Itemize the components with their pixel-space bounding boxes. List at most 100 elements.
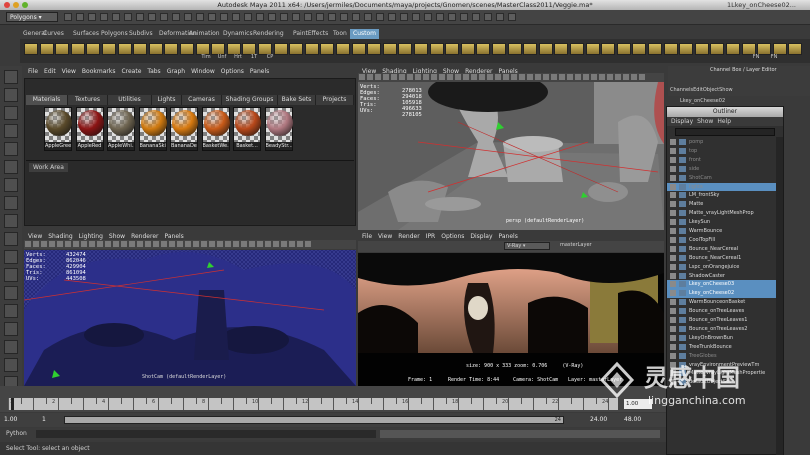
outliner-item[interactable]: LM_frontSky [667,191,777,200]
viewport-tool-icon[interactable] [575,74,581,80]
status-line-button[interactable] [448,13,456,21]
viewport-tool-icon[interactable] [623,74,629,80]
close-window-button[interactable] [4,2,10,8]
status-line-button[interactable] [400,13,408,21]
outliner-item[interactable]: Bounce_onTreeLeaves1 [667,316,777,325]
viewport-tool-icon[interactable] [375,74,381,80]
shelf-tool-icon[interactable] [445,43,460,55]
range-start-field[interactable]: 1.00 [4,416,17,423]
shelf-tool-icon[interactable] [320,43,335,55]
viewport-tool-icon[interactable] [607,74,613,80]
hypershade-menu-window[interactable]: Window [191,68,215,75]
outliner-item[interactable]: lights [667,182,777,192]
shelf-tool-icon[interactable] [523,43,538,55]
shelf-tool-icon[interactable] [492,43,506,55]
render-menu-view[interactable]: View [378,233,392,240]
status-line-button[interactable] [460,13,468,21]
tool-button[interactable] [4,88,18,102]
shelf-tool-icon[interactable] [476,43,491,55]
viewport-tool-icon[interactable] [487,74,493,80]
status-line-button[interactable] [88,13,96,21]
viewport-tool-icon[interactable] [455,74,461,80]
shelf-tool-icon[interactable] [616,43,631,55]
shelf-tool-icon[interactable] [570,43,584,55]
status-line-button[interactable] [316,13,324,21]
shelf-tool-icon[interactable] [102,43,116,55]
shelf-tool-icon[interactable] [382,43,397,55]
visibility-toggle-icon[interactable] [670,192,676,199]
shelf-tool-icon[interactable] [554,43,569,55]
shelf-tab-painteffects[interactable]: PaintEffects [290,29,331,39]
status-line-button[interactable] [304,13,312,21]
status-line-button[interactable] [424,13,432,21]
viewport-tool-icon[interactable] [41,241,47,247]
status-line-button[interactable] [364,13,372,21]
shelf-tool-icon[interactable] [429,43,444,55]
viewport-tool-icon[interactable] [447,74,453,80]
shelf-tool-icon[interactable] [164,43,179,55]
viewport-tool-icon[interactable] [241,241,247,247]
outliner-item[interactable]: Lspc_onOrangejuice [667,263,777,272]
visibility-toggle-icon[interactable] [670,147,676,154]
hypershade-tab-cameras[interactable]: Cameras [182,95,222,105]
hypershade-tab-lights[interactable]: Lights [152,95,182,105]
tool-button[interactable] [4,106,18,120]
viewport-tool-icon[interactable] [281,241,287,247]
zoom-window-button[interactable] [22,2,28,8]
shelf-tool-icon[interactable] [133,43,148,55]
material-swatch[interactable]: BeadyStr... [264,107,293,151]
material-swatch[interactable]: Basket... [233,107,261,151]
visibility-toggle-icon[interactable] [670,210,676,217]
hypershade-menu-graph[interactable]: Graph [167,68,185,75]
viewport-tool-icon[interactable] [583,74,589,80]
outliner-item[interactable]: Bounce_NearCereal1 [667,254,777,263]
viewport-tool-icon[interactable] [471,74,477,80]
visibility-toggle-icon[interactable] [670,343,676,350]
viewport-tool-icon[interactable] [297,241,303,247]
visibility-toggle-icon[interactable] [670,219,676,226]
shotcam-menu-show[interactable]: Show [109,233,125,240]
status-line-button[interactable] [76,13,84,21]
status-line-button[interactable] [124,13,132,21]
viewport-tool-icon[interactable] [249,241,255,247]
hypershade-menu-bookmarks[interactable]: Bookmarks [82,68,116,75]
hypershade-menu-edit[interactable]: Edit [44,68,56,75]
viewport-tool-icon[interactable] [105,241,111,247]
viewport-tool-icon[interactable] [383,74,389,80]
visibility-toggle-icon[interactable] [670,201,676,208]
viewport-tool-icon[interactable] [415,74,421,80]
hypershade-tab-materials[interactable]: Materials [26,95,68,105]
visibility-toggle-icon[interactable] [670,156,676,163]
status-line-button[interactable] [268,13,276,21]
outliner-item[interactable]: front [667,156,777,165]
status-line-button[interactable] [280,13,288,21]
shelf-tool-icon[interactable] [601,43,616,55]
visibility-toggle-icon[interactable] [670,254,676,261]
viewport-tool-icon[interactable] [217,241,223,247]
hypershade-tab-bake-sets[interactable]: Bake Sets [278,95,316,105]
viewport-tool-icon[interactable] [535,74,541,80]
viewport-tool-icon[interactable] [479,74,485,80]
viewport-tool-icon[interactable] [233,241,239,247]
viewport-tool-icon[interactable] [145,241,151,247]
shotcam-menu-view[interactable]: View [28,233,42,240]
status-line-button[interactable] [172,13,180,21]
shelf-tool-icon[interactable] [507,43,522,55]
outliner-item[interactable]: top [667,147,777,156]
tool-button[interactable] [4,232,18,246]
shelf-tool-icon[interactable] [117,43,132,55]
outliner-menu-help[interactable]: Help [717,118,731,125]
status-line-button[interactable] [496,13,504,21]
status-line-button[interactable] [208,13,216,21]
outliner-menu-display[interactable]: Display [671,118,693,125]
outliner-item[interactable]: TreeTrunkBounce [667,343,777,352]
visibility-toggle-icon[interactable] [670,228,676,234]
outliner-item[interactable]: CoolTopFill [667,236,777,245]
shelf-tool-icon[interactable] [39,43,54,55]
menu-set-dropdown[interactable]: Polygons ▾ [6,12,58,22]
visibility-toggle-icon[interactable] [670,139,676,145]
viewport-tool-icon[interactable] [201,241,207,247]
material-swatch[interactable]: BananaDe... [170,107,198,151]
material-swatch[interactable]: AppleRed [75,107,104,151]
shelf-tool-icon[interactable] [55,43,70,55]
